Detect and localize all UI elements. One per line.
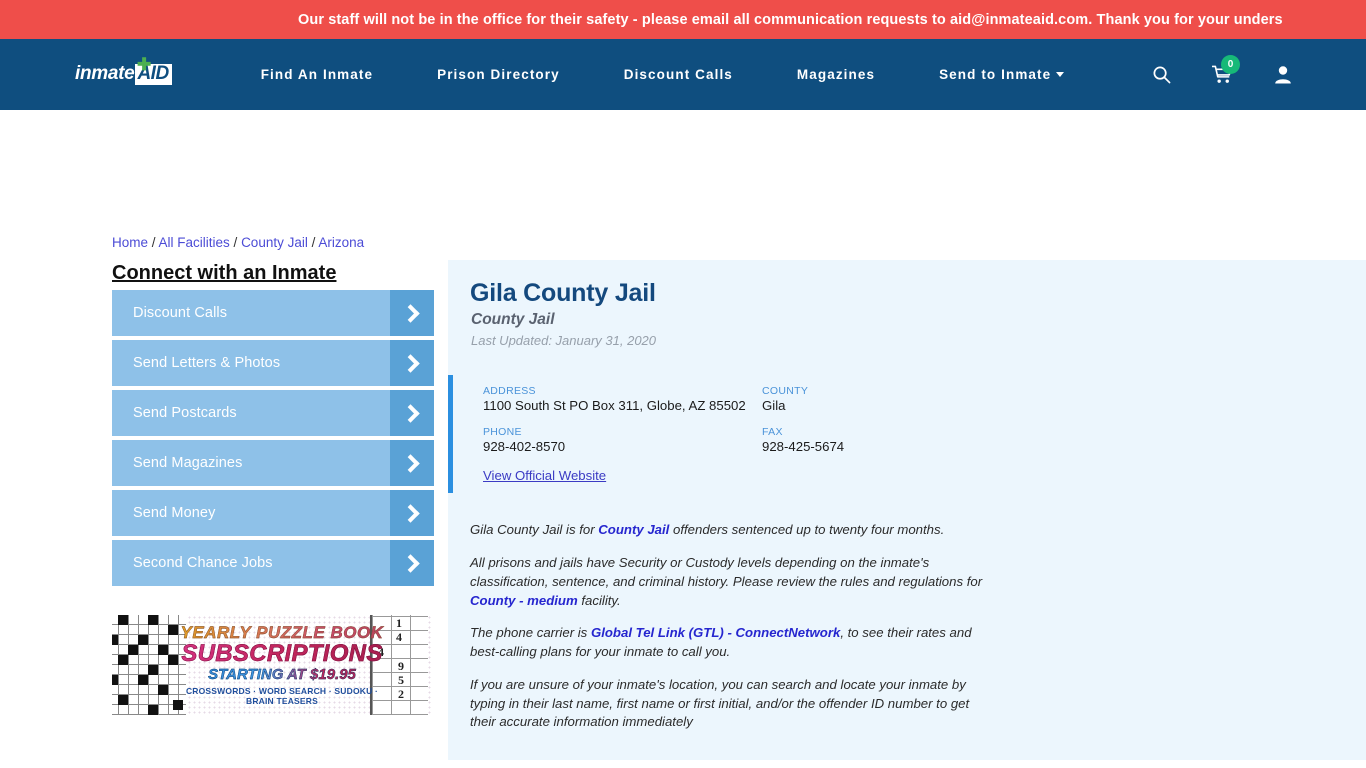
site-alert-banner: Our staff will not be in the office for … <box>0 0 1366 39</box>
description-paragraph-4: If you are unsure of your inmate's locat… <box>470 676 970 730</box>
sidebar-item-send-money[interactable]: Send Money <box>112 490 434 536</box>
ad-price-line: STARTING AT $19.95 <box>172 666 392 683</box>
info-label: ADDRESS <box>483 385 536 397</box>
logo-wordmark: inmate <box>75 62 135 84</box>
link-phone-carrier[interactable]: Global Tel Link (GTL) - ConnectNetwork <box>591 625 840 640</box>
breadcrumb-separator: / <box>229 235 242 250</box>
sidebar-item-label: Send Postcards <box>133 405 237 421</box>
nav-item-prison-directory[interactable]: Prison Directory <box>405 67 592 82</box>
nav-icon-group: 0 <box>1152 55 1292 84</box>
chevron-right-icon <box>390 340 434 386</box>
view-official-website-link[interactable]: View Official Website <box>483 468 606 483</box>
facility-name: Gila County Jail <box>470 279 656 307</box>
desc-text: All prisons and jails have Security or C… <box>470 555 983 589</box>
info-field-fax: FAX 928-425-5674 <box>762 426 1008 453</box>
nav-item-find-an-inmate[interactable]: Find An Inmate <box>229 67 405 82</box>
nav-label: Prison Directory <box>437 67 560 82</box>
page-body: Home / All Facilities / County Jail / Ar… <box>0 110 1366 768</box>
sudoku-cell: 9 <box>398 659 404 673</box>
ad-headline-2: SUBSCRIPTIONS <box>172 640 392 668</box>
sidebar-item-label: Send Letters & Photos <box>133 355 281 371</box>
ad-text-block: YEARLY PUZZLE BOOK SUBSCRIPTIONS STARTIN… <box>172 623 392 706</box>
breadcrumb-item-county-jail[interactable]: County Jail <box>241 235 308 250</box>
alert-text: Our staff will not be in the office for … <box>298 11 1283 28</box>
breadcrumb: Home / All Facilities / County Jail / Ar… <box>112 235 364 250</box>
cart-count-badge: 0 <box>1221 55 1240 74</box>
info-field-county: COUNTY Gila <box>762 385 1008 412</box>
nav-label: Find An Inmate <box>260 67 374 82</box>
sudoku-cell: 5 <box>398 673 404 687</box>
breadcrumb-separator: / <box>307 235 319 250</box>
chevron-right-icon <box>390 390 434 436</box>
info-label: COUNTY <box>762 385 809 397</box>
info-value: Gila <box>762 398 786 413</box>
facility-info-block: ADDRESS 1100 South St PO Box 311, Globe,… <box>448 375 1008 494</box>
nav-item-magazines[interactable]: Magazines <box>765 67 907 82</box>
facility-description: Gila County Jail is for County Jail offe… <box>448 493 993 732</box>
facility-type: County Jail <box>471 311 555 328</box>
sidebar-item-label: Send Magazines <box>133 455 243 471</box>
puzzle-book-ad[interactable]: 1 4 4 9 5 2 YEARLY PUZZLE BOOK SUBSCRIPT… <box>112 615 432 715</box>
user-icon <box>1275 66 1291 84</box>
sidebar-item-label: Second Chance Jobs <box>133 555 273 571</box>
facility-info-grid: ADDRESS 1100 South St PO Box 311, Globe,… <box>483 385 1008 453</box>
sidebar-item-send-postcards[interactable]: Send Postcards <box>112 390 434 436</box>
sudoku-cell: 2 <box>398 687 404 701</box>
sudoku-cell: 1 <box>396 616 402 630</box>
breadcrumb-separator: / <box>148 235 159 250</box>
search-button[interactable] <box>1152 65 1171 84</box>
desc-text: offenders sentenced up to twenty four mo… <box>669 522 945 538</box>
nav-item-send-to-inmate[interactable]: Send to Inmate <box>907 67 1096 82</box>
sudoku-cell: 4 <box>396 630 402 644</box>
nav-label: Discount Calls <box>623 67 733 82</box>
desc-text: facility. <box>577 592 621 608</box>
sidebar-item-discount-calls[interactable]: Discount Calls <box>112 290 434 336</box>
info-field-address: ADDRESS 1100 South St PO Box 311, Globe,… <box>483 385 762 412</box>
link-county-medium[interactable]: County - medium <box>470 593 578 608</box>
info-label: PHONE <box>483 426 522 439</box>
nav-item-discount-calls[interactable]: Discount Calls <box>592 67 765 82</box>
sidebar-item-label: Discount Calls <box>133 305 228 321</box>
chevron-right-icon <box>390 290 434 336</box>
info-value: 928-402-8570 <box>483 439 566 455</box>
facility-last-updated: Last Updated: January 31, 2020 <box>471 333 657 348</box>
nav-label: Send to Inmate <box>939 67 1052 82</box>
nav-label: Magazines <box>796 67 876 82</box>
breadcrumb-item-arizona[interactable]: Arizona <box>318 235 364 250</box>
sidebar-heading: Connect with an Inmate <box>112 262 337 284</box>
info-value: 928-425-5674 <box>762 439 845 455</box>
nav-links: Find An Inmate Prison Directory Discount… <box>229 67 1097 82</box>
desc-text: Gila County Jail is for <box>470 522 599 538</box>
medical-plus-icon: ✚ <box>137 54 152 74</box>
sidebar-item-send-letters-photos[interactable]: Send Letters & Photos <box>112 340 434 386</box>
account-button[interactable] <box>1274 65 1292 84</box>
cart-button[interactable]: 0 <box>1212 55 1240 84</box>
sidebar-menu: Discount Calls Send Letters & Photos Sen… <box>112 290 434 590</box>
sidebar-item-second-chance-jobs[interactable]: Second Chance Jobs <box>112 540 434 586</box>
description-paragraph-3: The phone carrier is Global Tel Link (GT… <box>470 624 993 661</box>
breadcrumb-item-home[interactable]: Home <box>112 235 148 250</box>
info-label: FAX <box>762 426 783 439</box>
chevron-right-icon <box>390 490 434 536</box>
chevron-down-icon <box>1056 72 1065 77</box>
breadcrumb-item-all-facilities[interactable]: All Facilities <box>159 235 230 250</box>
desc-text: The phone carrier is <box>470 625 591 641</box>
link-county-jail[interactable]: County Jail <box>598 522 669 537</box>
info-value: 1100 South St PO Box 311, Globe, AZ 8550… <box>483 398 746 413</box>
ad-categories-line: CROSSWORDS · WORD SEARCH · SUDOKU · BRAI… <box>185 686 379 706</box>
description-paragraph-1: Gila County Jail is for County Jail offe… <box>470 521 993 540</box>
sidebar-item-label: Send Money <box>133 505 216 521</box>
site-logo[interactable]: inmate AID ✚ <box>75 56 172 87</box>
main-navbar: inmate AID ✚ Find An Inmate Prison Direc… <box>0 39 1366 110</box>
info-field-phone: PHONE 928-402-8570 <box>483 426 762 453</box>
facility-card: Gila County Jail County Jail Last Update… <box>448 260 1366 761</box>
chevron-right-icon <box>390 440 434 486</box>
chevron-right-icon <box>390 540 434 586</box>
search-icon <box>1153 66 1171 84</box>
sidebar-item-send-magazines[interactable]: Send Magazines <box>112 440 434 486</box>
description-paragraph-2: All prisons and jails have Security or C… <box>470 554 993 610</box>
